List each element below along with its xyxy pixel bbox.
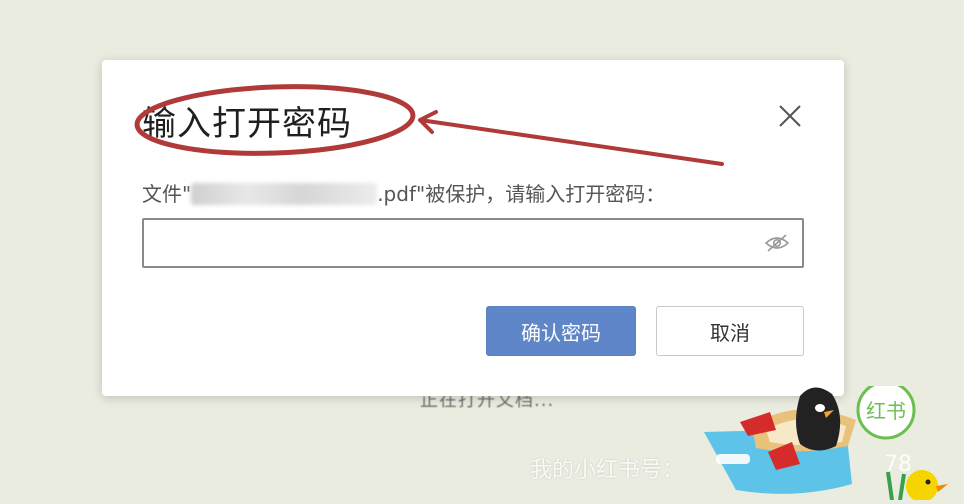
password-field[interactable] <box>142 218 804 268</box>
password-dialog: 输入打开密码 文件" .pdf"被保护，请输入打开密码： 确认密码 取消 <box>102 60 844 396</box>
description-prefix: 文件" <box>142 182 192 206</box>
eye-hidden-icon[interactable] <box>764 232 790 254</box>
watermark-text: 我的小红书号： <box>530 458 685 483</box>
sticker-badge-text: 红书 <box>866 399 906 423</box>
close-icon <box>779 105 801 127</box>
cancel-button[interactable]: 取消 <box>656 306 804 356</box>
cartoon-sticker: 红书 <box>696 380 964 502</box>
close-button[interactable] <box>774 100 806 132</box>
redacted-filename <box>191 183 378 205</box>
password-input[interactable] <box>154 228 758 260</box>
description-suffix: .pdf"被保护，请输入打开密码： <box>377 182 666 206</box>
dialog-description: 文件" .pdf"被保护，请输入打开密码： <box>142 178 665 207</box>
confirm-password-button[interactable]: 确认密码 <box>486 306 636 356</box>
dialog-title: 输入打开密码 <box>142 104 352 144</box>
